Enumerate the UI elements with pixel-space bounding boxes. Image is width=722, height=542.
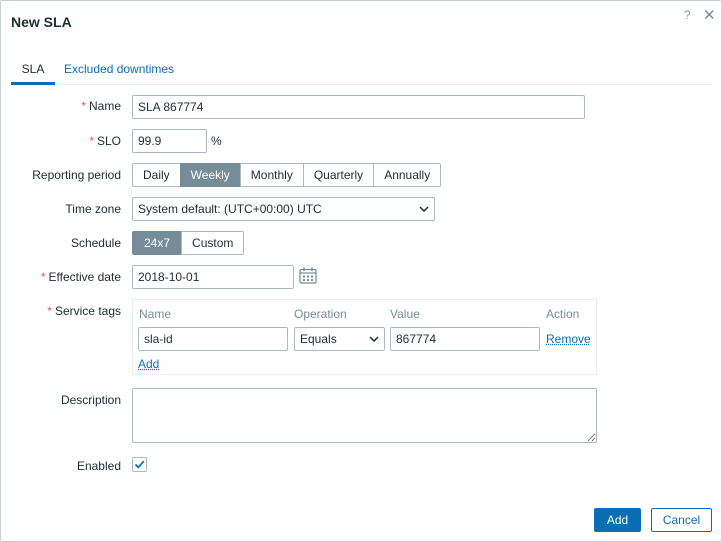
calendar-icon[interactable] [299,267,317,284]
tab-excluded-downtimes[interactable]: Excluded downtimes [64,61,174,82]
column-header-operation: Operation [294,307,347,321]
column-header-name: Name [139,307,172,321]
schedule-24x7-button[interactable]: 24x7 [132,231,183,255]
required-marker: * [81,99,86,113]
add-button[interactable]: Add [594,508,641,532]
service-tags-table: Name Operation Value Action Equals Remov… [132,299,597,375]
required-marker: * [47,304,52,318]
column-header-action: Action [546,307,580,321]
chevron-down-icon [369,336,379,342]
period-annually-button[interactable]: Annually [373,163,442,187]
new-sla-dialog: New SLA ? ✕ SLA Excluded downtimes * Name… [0,0,722,542]
tag-name-input[interactable] [138,327,288,351]
schedule-label: Schedule [70,236,121,250]
required-marker: * [89,134,94,148]
column-header-value: Value [390,307,420,321]
tag-value-input[interactable] [390,327,540,351]
time-zone-label: Time zone [65,202,121,216]
add-tag-link[interactable]: Add [138,357,159,371]
checkmark-icon [134,460,145,469]
reporting-period-label: Reporting period [32,168,121,182]
tab-sla[interactable]: SLA [11,61,55,85]
help-icon[interactable]: ? [684,8,691,22]
period-monthly-button[interactable]: Monthly [239,163,304,187]
time-zone-select[interactable]: System default: (UTC+00:00) UTC [132,197,435,221]
close-icon[interactable]: ✕ [703,6,716,24]
period-quarterly-button[interactable]: Quarterly [302,163,375,187]
name-label: * Name [81,99,121,113]
name-input[interactable] [132,95,585,119]
slo-input[interactable] [132,129,207,153]
cancel-button[interactable]: Cancel [651,508,712,532]
reporting-period-selector: Daily Weekly Monthly Quarterly Annually [132,163,442,187]
slo-unit: % [211,134,222,148]
effective-date-input[interactable] [132,265,294,289]
schedule-selector: 24x7 Custom [132,231,245,255]
schedule-custom-button[interactable]: Custom [181,231,245,255]
tab-bar: SLA Excluded downtimes [11,61,712,85]
service-tags-label: * Service tags [47,304,121,318]
period-daily-button[interactable]: Daily [132,163,181,187]
chevron-down-icon [419,206,429,212]
description-textarea[interactable] [132,388,597,443]
effective-date-label: * Effective date [40,270,121,284]
description-label: Description [60,393,121,407]
remove-tag-link[interactable]: Remove [546,332,591,346]
time-zone-value: System default: (UTC+00:00) UTC [138,202,322,216]
enabled-label: Enabled [76,459,121,473]
tag-operation-value: Equals [300,332,337,346]
required-marker: * [40,270,46,284]
enabled-checkbox[interactable] [132,457,147,472]
slo-label: * SLO [89,134,121,148]
tag-operation-select[interactable]: Equals [294,327,385,351]
period-weekly-button[interactable]: Weekly [179,163,241,187]
dialog-title: New SLA [11,14,72,30]
